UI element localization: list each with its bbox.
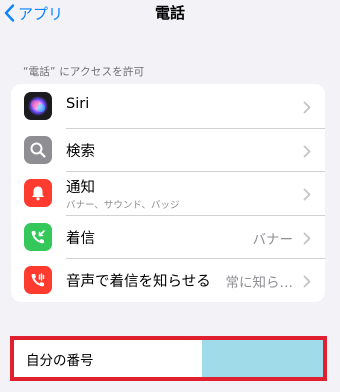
row-value: 常に知ら… bbox=[225, 275, 294, 292]
row-value: バナー bbox=[252, 231, 294, 248]
row-label: 着信 bbox=[66, 230, 95, 247]
row-sublabel: バナー、サウンド、バッジ bbox=[66, 200, 180, 212]
row-incoming-calls[interactable]: 着信 バナー bbox=[11, 215, 325, 259]
row-label: 通知 bbox=[66, 180, 95, 197]
row-siri[interactable]: Siri bbox=[11, 84, 325, 128]
chevron-right-icon bbox=[303, 186, 311, 205]
row-label: 音声で着信を知らせる bbox=[66, 274, 211, 291]
chevron-right-icon bbox=[303, 99, 311, 118]
redacted-number bbox=[202, 340, 323, 377]
incoming-call-icon bbox=[24, 222, 52, 251]
section-header: “電話” にアクセスを許可 bbox=[23, 66, 145, 78]
row-label: Siri bbox=[66, 96, 90, 112]
row-announce-calls[interactable]: 音声で着信を知らせる 常に知ら… bbox=[11, 258, 325, 302]
chevron-right-icon bbox=[303, 143, 311, 162]
row-search[interactable]: 検索 bbox=[11, 128, 325, 172]
page-title: 電話 bbox=[154, 4, 185, 22]
chevron-right-icon bbox=[303, 230, 311, 249]
my-number-label: 自分の番号 bbox=[26, 353, 94, 369]
bell-icon bbox=[24, 179, 52, 208]
row-notifications[interactable]: 通知 バナー、サウンド、バッジ bbox=[11, 171, 325, 215]
siri-icon bbox=[24, 92, 52, 120]
search-icon bbox=[24, 135, 52, 164]
row-label: 検索 bbox=[66, 143, 95, 160]
my-number-row[interactable]: 自分の番号 bbox=[10, 336, 327, 381]
navigation-bar: アプリ 電話 bbox=[0, 0, 340, 30]
settings-list: Siri 検索 通知 バナー、サウンド、バッジ 着信 バナー 音声で着信を知らせ… bbox=[11, 84, 325, 302]
chevron-right-icon bbox=[303, 273, 311, 292]
announce-call-icon bbox=[24, 266, 52, 295]
